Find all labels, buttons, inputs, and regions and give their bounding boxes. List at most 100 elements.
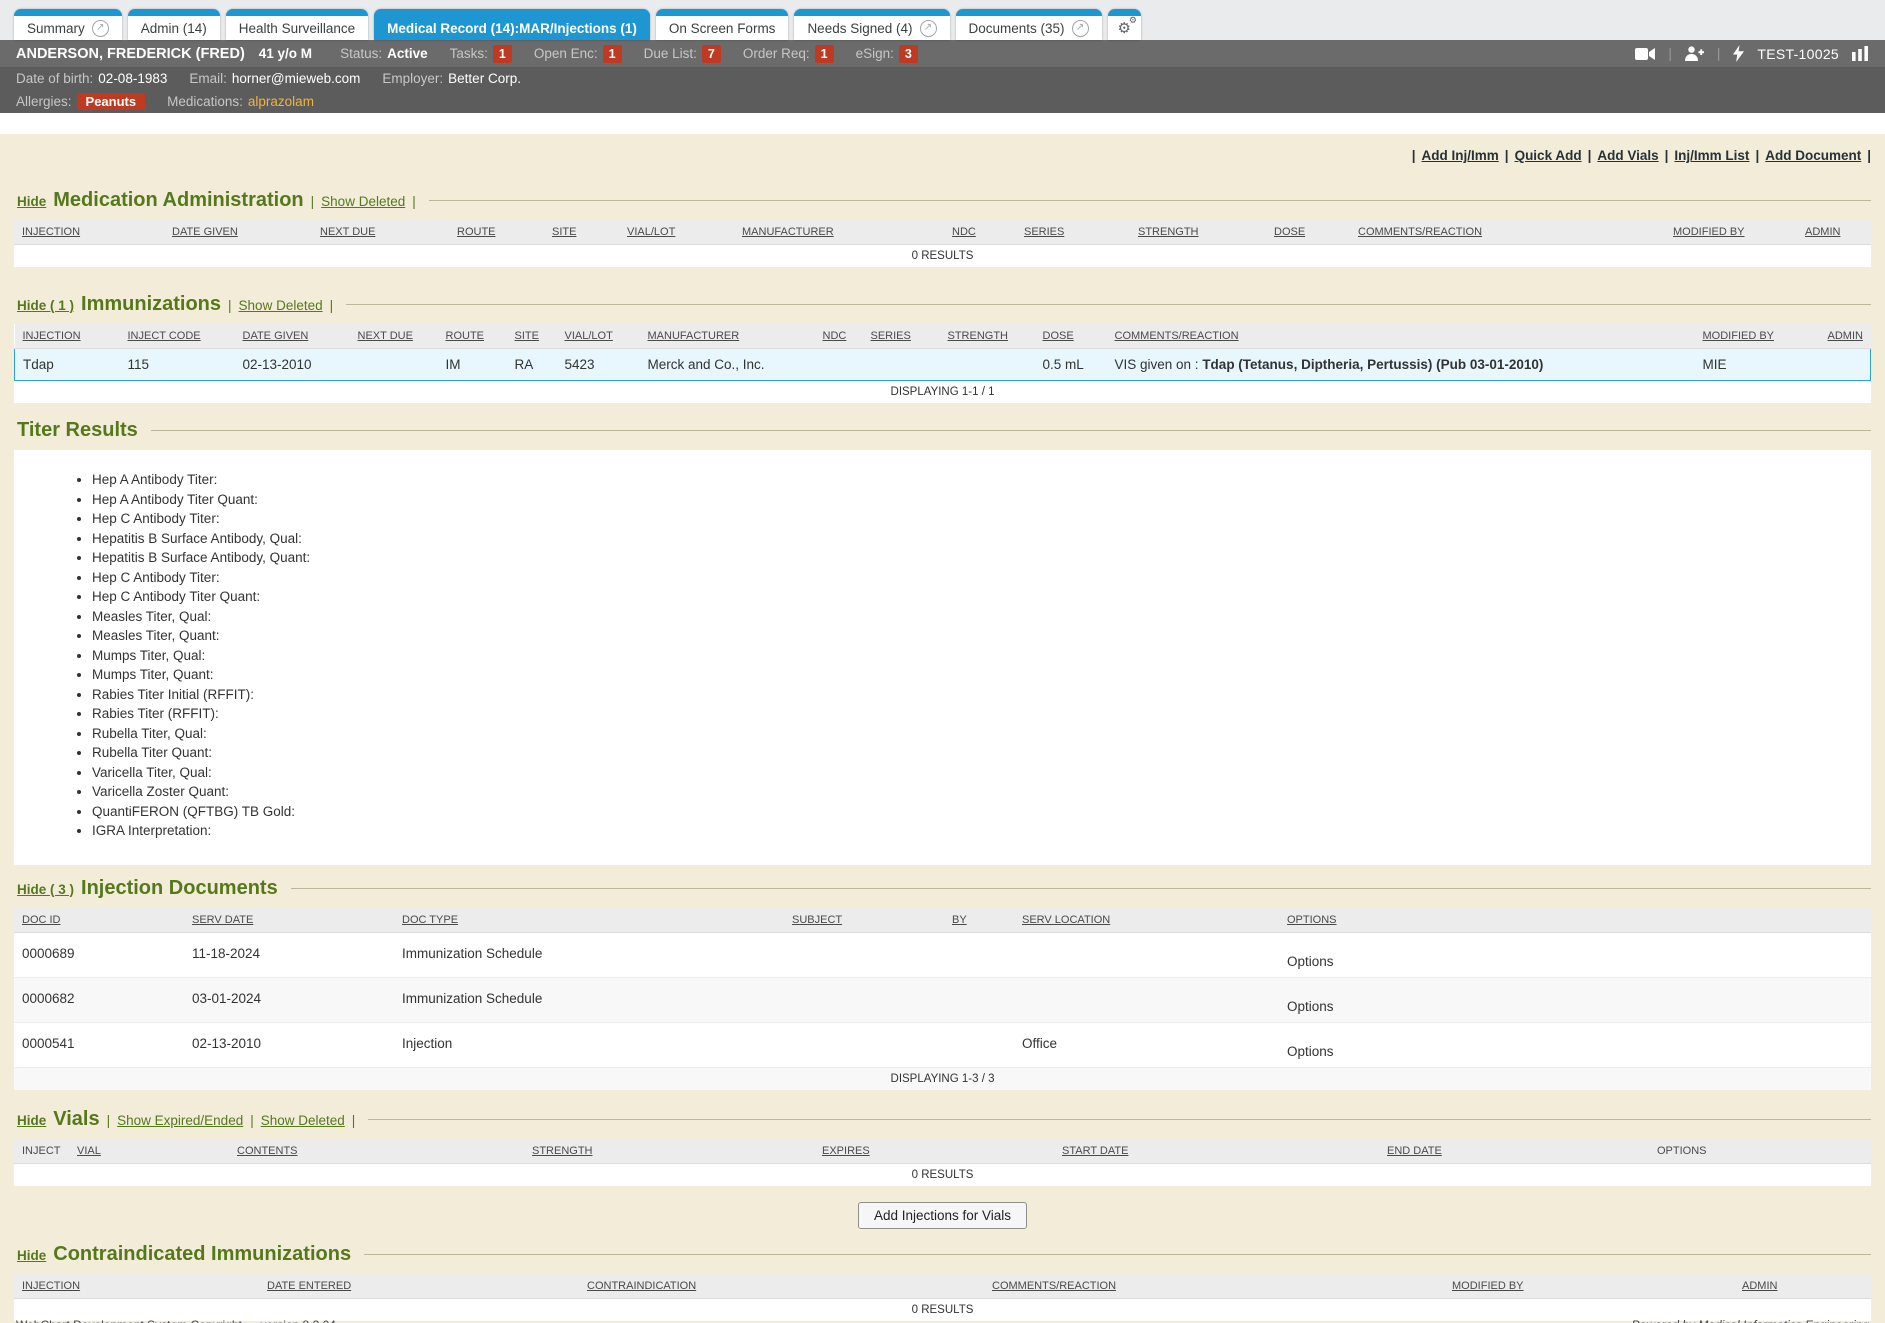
cell-doc-id[interactable]: 0000689	[14, 932, 184, 977]
order-req-badge[interactable]: 1	[815, 45, 834, 63]
column-header[interactable]: MODIFIED BY	[1665, 220, 1797, 245]
column-header[interactable]: DOSE	[1035, 324, 1107, 349]
chart-icon[interactable]	[1852, 46, 1869, 61]
popout-icon[interactable]	[92, 20, 109, 37]
show-deleted-link[interactable]: Show Deleted	[321, 194, 405, 209]
column-header[interactable]: NEXT DUE	[350, 324, 438, 349]
column-header[interactable]: CONTENTS	[229, 1139, 524, 1164]
document-row[interactable]: 0000541 02-13-2010 Injection Office Opti…	[14, 1022, 1871, 1067]
popout-icon[interactable]	[920, 20, 937, 37]
esign-stat[interactable]: eSign: 3	[856, 45, 918, 63]
column-header[interactable]: CONTRAINDICATION	[579, 1274, 984, 1299]
column-header[interactable]: DATE ENTERED	[259, 1274, 579, 1299]
quick-add-link[interactable]: Quick Add	[1515, 148, 1582, 163]
column-header[interactable]: MANUFACTURER	[734, 220, 944, 245]
document-row[interactable]: 0000682 03-01-2024 Immunization Schedule…	[14, 977, 1871, 1022]
lightning-icon[interactable]	[1733, 45, 1744, 62]
tab-on-screen-forms[interactable]: On Screen Forms	[656, 9, 789, 40]
hide-link[interactable]: Hide	[17, 194, 46, 209]
cell-doc-id[interactable]: 0000541	[14, 1022, 184, 1067]
options-link[interactable]: Options	[1287, 1044, 1334, 1059]
column-header[interactable]: INJECTION	[14, 220, 164, 245]
tab-documents[interactable]: Documents (35)	[956, 9, 1102, 40]
column-header[interactable]: STRENGTH	[940, 324, 1035, 349]
column-header[interactable]: STRENGTH	[1130, 220, 1266, 245]
tasks-badge[interactable]: 1	[493, 45, 512, 63]
tab-health-surveillance[interactable]: Health Surveillance	[226, 9, 368, 40]
add-vials-link[interactable]: Add Vials	[1597, 148, 1658, 163]
hide-link[interactable]: Hide	[17, 1113, 46, 1128]
show-expired-link[interactable]: Show Expired/Ended	[117, 1113, 243, 1128]
tab-needs-signed[interactable]: Needs Signed (4)	[794, 9, 949, 40]
column-header[interactable]: COMMENTS/REACTION	[984, 1274, 1444, 1299]
column-header[interactable]: NDC	[944, 220, 1016, 245]
column-header[interactable]: DOC ID	[14, 908, 184, 933]
column-header[interactable]: INJECTION	[14, 1274, 259, 1299]
show-deleted-link[interactable]: Show Deleted	[239, 298, 323, 313]
column-header[interactable]: DATE GIVEN	[235, 324, 350, 349]
column-header[interactable]: VIAL/LOT	[619, 220, 734, 245]
column-header[interactable]: SITE	[544, 220, 619, 245]
show-deleted-link[interactable]: Show Deleted	[261, 1113, 345, 1128]
tab-summary[interactable]: Summary	[14, 9, 122, 40]
column-header[interactable]: ADMIN	[1797, 220, 1871, 245]
hide-link[interactable]: Hide ( 1 )	[17, 298, 74, 313]
column-header[interactable]: COMMENTS/REACTION	[1350, 220, 1665, 245]
column-header[interactable]: END DATE	[1379, 1139, 1649, 1164]
tab-medical-record-mar-injections[interactable]: Medical Record (14):MAR/Injections (1)	[374, 9, 650, 40]
column-header[interactable]: NDC	[815, 324, 863, 349]
column-header[interactable]: SERIES	[1016, 220, 1130, 245]
column-header[interactable]: NEXT DUE	[312, 220, 449, 245]
column-header[interactable]: VIAL	[69, 1139, 229, 1164]
tasks-stat[interactable]: Tasks: 1	[450, 45, 512, 63]
column-header[interactable]: MODIFIED BY	[1444, 1274, 1734, 1299]
column-header[interactable]: SERV DATE	[184, 908, 394, 933]
add-document-link[interactable]: Add Document	[1765, 148, 1861, 163]
column-header[interactable]: ROUTE	[449, 220, 544, 245]
document-row[interactable]: 0000689 11-18-2024 Immunization Schedule…	[14, 932, 1871, 977]
medications-value[interactable]: alprazolam	[248, 94, 314, 109]
due-list-badge[interactable]: 7	[702, 45, 721, 63]
video-call-icon[interactable]	[1635, 47, 1655, 61]
due-list-stat[interactable]: Due List: 7	[644, 45, 721, 63]
column-header[interactable]: COMMENTS/REACTION	[1107, 324, 1695, 349]
column-header[interactable]: INJECT CODE	[120, 324, 235, 349]
add-person-icon[interactable]	[1685, 46, 1704, 61]
allergy-badge[interactable]: Peanuts	[77, 93, 146, 110]
cell-doc-id[interactable]: 0000682	[14, 977, 184, 1022]
order-req-stat[interactable]: Order Req: 1	[743, 45, 834, 63]
column-header[interactable]: ADMIN	[1820, 324, 1871, 349]
column-header[interactable]: SERIES	[863, 324, 940, 349]
column-header[interactable]: DATE GIVEN	[164, 220, 312, 245]
column-header[interactable]: ADMIN	[1734, 1274, 1871, 1299]
column-header[interactable]: EXPIRES	[814, 1139, 1054, 1164]
options-link[interactable]: Options	[1287, 999, 1334, 1014]
hide-link[interactable]: Hide	[17, 1248, 46, 1263]
column-header[interactable]: SUBJECT	[784, 908, 944, 933]
add-inj-imm-link[interactable]: Add Inj/Imm	[1422, 148, 1499, 163]
column-header[interactable]: MODIFIED BY	[1695, 324, 1820, 349]
column-header[interactable]: VIAL/LOT	[557, 324, 640, 349]
hide-link[interactable]: Hide ( 3 )	[17, 882, 74, 897]
column-header[interactable]: DOSE	[1266, 220, 1350, 245]
options-link[interactable]: Options	[1287, 954, 1334, 969]
column-header[interactable]: SITE	[507, 324, 557, 349]
column-header[interactable]: START DATE	[1054, 1139, 1379, 1164]
column-header[interactable]: OPTIONS	[1279, 908, 1871, 933]
popout-icon[interactable]	[1072, 20, 1089, 37]
column-header[interactable]: INJECTION	[15, 324, 120, 349]
open-enc-stat[interactable]: Open Enc: 1	[534, 45, 622, 63]
open-enc-badge[interactable]: 1	[603, 45, 622, 63]
column-header[interactable]: SERV LOCATION	[1014, 908, 1279, 933]
column-header[interactable]: MANUFACTURER	[640, 324, 815, 349]
inj-imm-list-link[interactable]: Inj/Imm List	[1674, 148, 1749, 163]
add-injections-for-vials-button[interactable]: Add Injections for Vials	[858, 1202, 1027, 1229]
column-header[interactable]: STRENGTH	[524, 1139, 814, 1164]
tab-admin[interactable]: Admin (14)	[128, 9, 220, 40]
column-header[interactable]: DOC TYPE	[394, 908, 784, 933]
column-header[interactable]: BY	[944, 908, 1014, 933]
esign-badge[interactable]: 3	[899, 45, 918, 63]
column-header[interactable]: ROUTE	[438, 324, 507, 349]
immunization-row-tdap[interactable]: Tdap 115 02-13-2010 IM RA 5423 Merck and…	[15, 349, 1871, 381]
cell-injection[interactable]: Tdap	[15, 349, 120, 381]
